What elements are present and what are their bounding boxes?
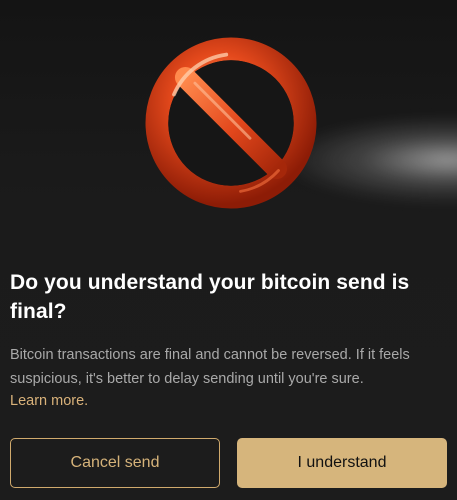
- cancel-send-button[interactable]: Cancel send: [10, 438, 220, 488]
- cancel-send-label: Cancel send: [70, 454, 160, 471]
- dialog-title: Do you understand your bitcoin send is f…: [10, 271, 410, 323]
- prohibited-icon: [145, 37, 317, 209]
- learn-more-link[interactable]: Learn more.: [10, 390, 88, 412]
- i-understand-button[interactable]: I understand: [237, 438, 447, 488]
- dialog-description: Bitcoin transactions are final and canno…: [10, 347, 410, 387]
- hero-illustration: [0, 0, 457, 240]
- i-understand-label: I understand: [297, 454, 387, 471]
- send-confirmation-screen: Do you understand your bitcoin send is f…: [0, 0, 457, 500]
